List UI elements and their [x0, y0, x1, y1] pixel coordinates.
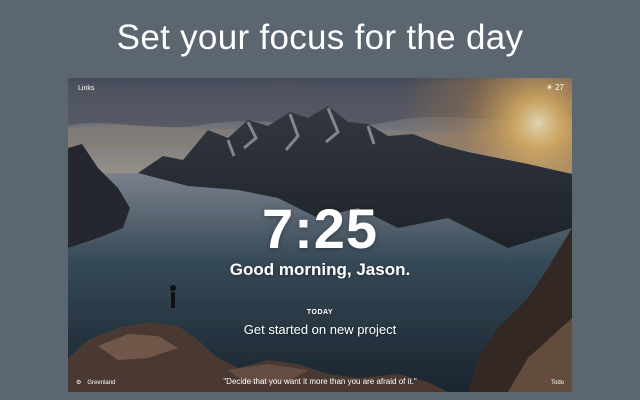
- browser-new-tab-screen: Links ☀ 27 7:25 Good morning, Jason. TOD…: [68, 78, 572, 392]
- promo-headline: Set your focus for the day: [116, 18, 524, 57]
- sun-icon: ☀: [545, 83, 554, 92]
- greeting-text: Good morning, Jason.: [229, 260, 411, 279]
- daily-quote: "Decide that you want it more than you a…: [223, 377, 417, 386]
- weather-temperature: 27: [555, 83, 564, 92]
- clock-time: 7:25: [261, 197, 379, 260]
- weather-widget[interactable]: ☀ 27: [546, 83, 564, 92]
- focus-task[interactable]: Get started on new project: [68, 322, 572, 337]
- links-button[interactable]: Links: [78, 85, 94, 92]
- focus-label: TODAY: [306, 309, 334, 316]
- todo-button[interactable]: Todo: [551, 380, 564, 386]
